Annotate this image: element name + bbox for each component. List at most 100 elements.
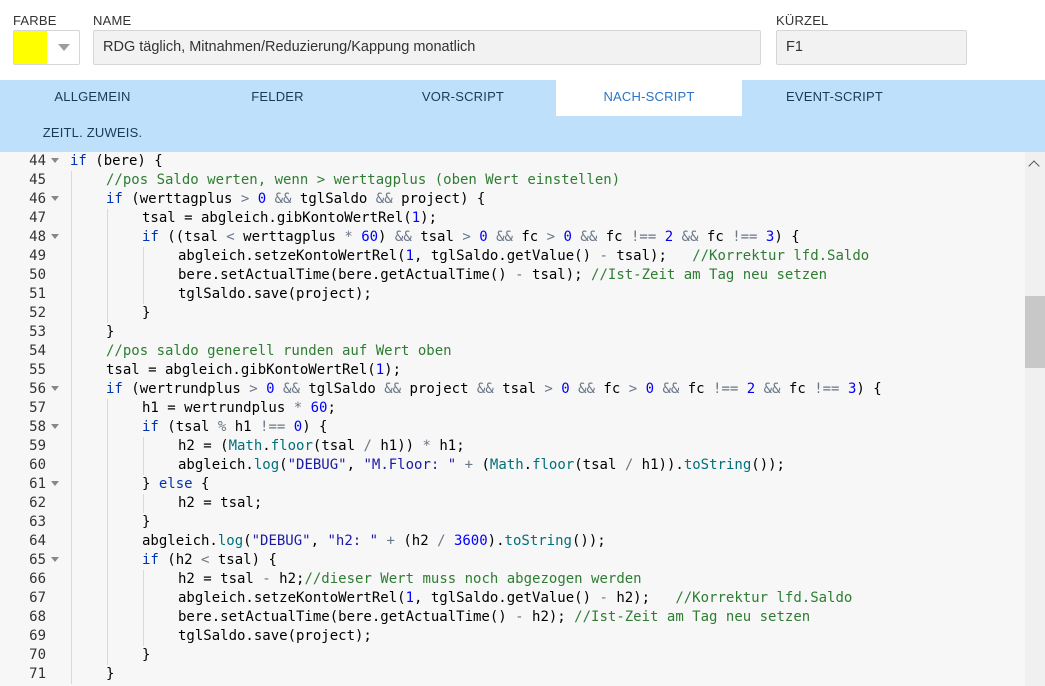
indent-guide (107, 646, 108, 665)
code-text: tglSaldo.save(project); (178, 286, 372, 302)
code-line[interactable]: 46 if (werttagplus > 0 && tglSaldo && pro… (0, 190, 1025, 209)
code-line[interactable]: 48 if ((tsal < werttagplus * 60) && tsal … (0, 228, 1025, 247)
code-text: if (h2 < tsal) { (142, 552, 277, 568)
line-number: 61 (29, 476, 46, 492)
indent-guide (71, 513, 72, 532)
scrollbar-thumb[interactable] (1025, 295, 1045, 368)
fold-toggle-icon[interactable] (51, 557, 59, 562)
code-line[interactable]: 65 if (h2 < tsal) { (0, 551, 1025, 570)
code-line[interactable]: 51 tglSaldo.save(project); (0, 285, 1025, 304)
tab-allgemein[interactable]: ALLGEMEIN (0, 80, 185, 116)
tab-nach-script[interactable]: NACH-SCRIPT (556, 80, 742, 116)
indent-guide (71, 456, 72, 475)
indent-guide (143, 608, 144, 627)
indent-guide (71, 494, 72, 513)
indent-guide (71, 171, 72, 190)
code-line[interactable]: 66 h2 = tsal - h2;//dieser Wert muss noch… (0, 570, 1025, 589)
vertical-scrollbar[interactable] (1025, 152, 1045, 686)
short-label: KÜRZEL (776, 13, 829, 28)
code-line[interactable]: 64 abgleich.log("DEBUG", "h2: " + (h2 / 3… (0, 532, 1025, 551)
code-line[interactable]: 57 h1 = wertrundplus * 60; (0, 399, 1025, 418)
line-number: 71 (29, 666, 46, 682)
line-number: 57 (29, 400, 46, 416)
indent-guide (107, 399, 108, 418)
fold-toggle-icon[interactable] (51, 158, 59, 163)
indent-guide (71, 323, 72, 342)
code-line[interactable]: 69 tglSaldo.save(project); (0, 627, 1025, 646)
code-text: tsal = abgleich.gibKontoWertRel(1); (142, 210, 438, 226)
line-number: 46 (29, 191, 46, 207)
indent-guide (71, 228, 72, 247)
code-text: abgleich.log("DEBUG", "M.Floor: " + (Mat… (178, 457, 785, 473)
chevron-down-icon[interactable] (58, 44, 70, 51)
line-number: 48 (29, 229, 46, 245)
line-number: 60 (29, 457, 46, 473)
indent-guide (71, 608, 72, 627)
line-number: 70 (29, 647, 46, 663)
indent-guide (71, 570, 72, 589)
code-line[interactable]: 52} (0, 304, 1025, 323)
code-line[interactable]: 60 abgleich.log("DEBUG", "M.Floor: " + (M… (0, 456, 1025, 475)
fold-toggle-icon[interactable] (51, 196, 59, 201)
indent-guide (71, 532, 72, 551)
line-number: 59 (29, 438, 46, 454)
indent-guide (143, 570, 144, 589)
tab-event-script[interactable]: EVENT-SCRIPT (742, 80, 927, 116)
code-line[interactable]: 70} (0, 646, 1025, 665)
color-picker[interactable] (13, 30, 80, 65)
code-editor[interactable]: 44 if (bere) {45 //pos Saldo werten, wenn … (0, 152, 1045, 686)
code-line[interactable]: 58 if (tsal % h1 !== 0) { (0, 418, 1025, 437)
indent-guide (71, 247, 72, 266)
indent-guide (71, 646, 72, 665)
fold-toggle-icon[interactable] (51, 234, 59, 239)
code-line[interactable]: 67 abgleich.setzeKontoWertRel(1, tglSaldo… (0, 589, 1025, 608)
chevron-up-icon[interactable] (1028, 160, 1040, 172)
indent-guide (71, 361, 72, 380)
code-text: //pos Saldo werten, wenn > werttagplus (… (106, 172, 621, 188)
indent-guide (107, 247, 108, 266)
code-line[interactable]: 61} else { (0, 475, 1025, 494)
code-line[interactable]: 68 bere.setActualTime(bere.getActualTime(… (0, 608, 1025, 627)
code-line[interactable]: 45 //pos Saldo werten, wenn > werttagplus… (0, 171, 1025, 190)
name-field[interactable]: RDG täglich, Mitnahmen/Reduzierung/Kappu… (93, 30, 761, 65)
indent-guide (143, 247, 144, 266)
code-text: tglSaldo.save(project); (178, 628, 372, 644)
indent-guide (71, 209, 72, 228)
line-number: 69 (29, 628, 46, 644)
tab-vor-script[interactable]: VOR-SCRIPT (370, 80, 556, 116)
short-field[interactable]: F1 (776, 30, 967, 65)
code-text: abgleich.log("DEBUG", "h2: " + (h2 / 360… (142, 533, 606, 549)
line-number: 54 (29, 343, 46, 359)
fold-toggle-icon[interactable] (51, 386, 59, 391)
line-number: 53 (29, 324, 46, 340)
code-text: abgleich.setzeKontoWertRel(1, tglSaldo.g… (178, 590, 853, 606)
code-text: } (142, 514, 151, 530)
fold-toggle-icon[interactable] (51, 424, 59, 429)
code-text: } (142, 305, 151, 321)
fold-toggle-icon[interactable] (51, 481, 59, 486)
indent-guide (107, 570, 108, 589)
tab-felder[interactable]: FELDER (185, 80, 370, 116)
code-line[interactable]: 63} (0, 513, 1025, 532)
code-line[interactable]: 54 //pos saldo generell runden auf Wert o… (0, 342, 1025, 361)
code-line[interactable]: 50 bere.setActualTime(bere.getActualTime(… (0, 266, 1025, 285)
code-line[interactable]: 53} (0, 323, 1025, 342)
code-text: } (106, 324, 115, 340)
code-text: } (142, 647, 151, 663)
code-text: bere.setActualTime(bere.getActualTime() … (178, 267, 828, 283)
code-line[interactable]: 59 h2 = (Math.floor(tsal / h1)) * h1; (0, 437, 1025, 456)
code-line[interactable]: 55 tsal = abgleich.gibKontoWertRel(1); (0, 361, 1025, 380)
code-line[interactable]: 56 if (wertrundplus > 0 && tglSaldo && pr… (0, 380, 1025, 399)
line-number: 58 (29, 419, 46, 435)
line-number: 67 (29, 590, 46, 606)
code-line[interactable]: 44 if (bere) { (0, 152, 1025, 171)
code-line[interactable]: 49 abgleich.setzeKontoWertRel(1, tglSaldo… (0, 247, 1025, 266)
line-number: 52 (29, 305, 46, 321)
code-line[interactable]: 62 h2 = tsal; (0, 494, 1025, 513)
code-text: abgleich.setzeKontoWertRel(1, tglSaldo.g… (178, 248, 870, 264)
indent-guide (107, 589, 108, 608)
code-text: if ((tsal < werttagplus * 60) && tsal > … (142, 229, 800, 245)
code-line[interactable]: 71} (0, 665, 1025, 684)
code-line[interactable]: 47 tsal = abgleich.gibKontoWertRel(1); (0, 209, 1025, 228)
tab-zeitl-zuweis[interactable]: ZEITL. ZUWEIS. (0, 116, 185, 152)
